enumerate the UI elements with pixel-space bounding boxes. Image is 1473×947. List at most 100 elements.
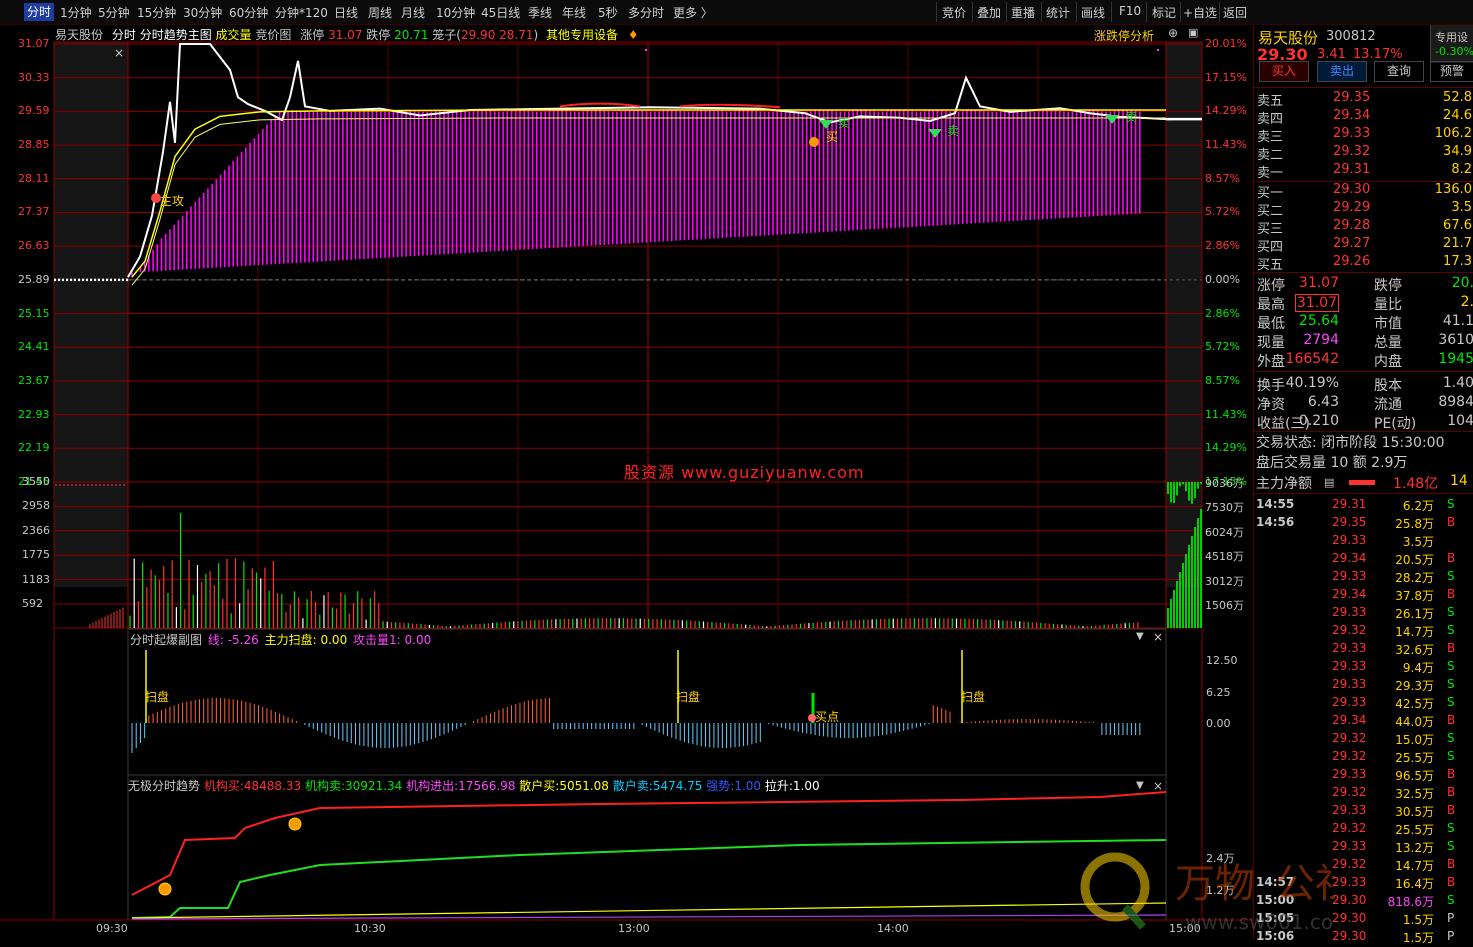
- inst-buy-value: 48488.33: [243, 779, 302, 793]
- indicator-name[interactable]: 分时趋势主图: [140, 28, 212, 42]
- retail-buy-value: 5051.08: [559, 779, 609, 793]
- trade-side: B: [1447, 587, 1456, 601]
- mark-button[interactable]: 标记: [1152, 4, 1176, 21]
- arrow-up-dot: [158, 882, 172, 896]
- settings-icon[interactable]: ⊕: [1168, 26, 1178, 40]
- sub2-close-icon[interactable]: ×: [1153, 779, 1163, 793]
- stat-value: 31.07: [1294, 294, 1339, 312]
- tab-1min[interactable]: 1分钟: [60, 4, 92, 21]
- trade-price: 29.30: [1332, 893, 1367, 907]
- book-price: 29.28: [1333, 218, 1371, 233]
- trade-price: 29.32: [1332, 785, 1367, 799]
- pin-icon[interactable]: ♦: [628, 28, 639, 42]
- sub2-title[interactable]: 无极分时趋势: [128, 779, 200, 793]
- pct-tick: 14.29%: [1205, 441, 1247, 455]
- tab-10min[interactable]: 10分钟: [436, 4, 475, 21]
- price-tick: 26.63: [18, 239, 50, 253]
- stat-row: 现量 2794 总量 3610: [1254, 332, 1473, 351]
- ask-row[interactable]: 卖四 29.34 24.6: [1254, 108, 1473, 127]
- query-button[interactable]: 查询: [1374, 61, 1424, 82]
- sweep-label-1: 扫盘: [145, 690, 170, 704]
- trade-side: B: [1447, 515, 1456, 529]
- mode-label: 分时: [111, 28, 136, 42]
- tab-yearly[interactable]: 年线: [562, 4, 586, 21]
- f10-button[interactable]: F10: [1119, 4, 1141, 18]
- overlay-button[interactable]: 叠加: [977, 4, 1001, 21]
- inst-net-label: 机构进出:: [406, 779, 459, 793]
- main-net-icon[interactable]: ▤: [1324, 476, 1334, 489]
- auction-toggle[interactable]: 竞价图: [255, 28, 291, 42]
- tab-120min[interactable]: 分钟*120: [275, 4, 328, 21]
- book-label: 买五: [1257, 258, 1284, 273]
- trade-volume: 29.3万: [1395, 679, 1434, 693]
- scroll-icon[interactable]: ▣: [1188, 26, 1198, 39]
- tab-quarter[interactable]: 季线: [528, 4, 552, 21]
- tab-15min[interactable]: 15分钟: [137, 4, 176, 21]
- trade-price: 29.33: [1332, 803, 1367, 817]
- price-tick: 31.07: [18, 37, 50, 50]
- bid-row[interactable]: 买四 29.27 21.7: [1254, 236, 1473, 255]
- book-volume: 136.0: [1434, 182, 1472, 197]
- trade-price: 29.32: [1332, 623, 1367, 637]
- bid-row[interactable]: 买五 29.26 17.3: [1254, 254, 1473, 273]
- bid-row[interactable]: 买二 29.29 3.5: [1254, 200, 1473, 219]
- volume-toggle[interactable]: 成交量: [216, 28, 252, 42]
- trade-row: 29.33 42.5万 S: [1254, 695, 1473, 713]
- buy-button[interactable]: 买入: [1259, 61, 1309, 82]
- sub2-dropdown-icon[interactable]: ▼: [1136, 780, 1144, 791]
- stat-label: 涨停: [1257, 278, 1285, 294]
- trade-volume: 16.4万: [1395, 877, 1434, 891]
- after-hours: 盘后交易量 10 额 2.9万: [1256, 455, 1408, 471]
- tab-30min[interactable]: 30分钟: [183, 4, 222, 21]
- trade-volume: 25.5万: [1395, 823, 1434, 837]
- tab-more[interactable]: 更多 〉: [673, 4, 713, 21]
- stat-value: 1.40: [1442, 375, 1473, 391]
- sub1-dropdown-icon[interactable]: ▼: [1136, 631, 1144, 642]
- tab-daily[interactable]: 日线: [334, 4, 358, 21]
- trade-time: 14:55: [1256, 497, 1295, 511]
- trade-row: 29.33 26.1万 S: [1254, 605, 1473, 623]
- tab-fenshi[interactable]: 分时: [24, 3, 55, 21]
- ask-row[interactable]: 卖三 29.33 106.2: [1254, 126, 1473, 145]
- trade-row: 29.32 25.5万 S: [1254, 821, 1473, 839]
- tab-multi[interactable]: 多分时: [628, 4, 664, 21]
- trade-row: 29.33 29.3万 S: [1254, 677, 1473, 695]
- sub1-title[interactable]: 分时起爆副图: [130, 633, 202, 647]
- stat-label: 最高: [1257, 297, 1285, 313]
- trade-side: S: [1447, 695, 1455, 709]
- stat-label: 外盘: [1257, 354, 1285, 370]
- trade-price: 29.34: [1332, 587, 1367, 601]
- sub1-line-label: 线:: [207, 633, 224, 647]
- back-button[interactable]: 返回: [1223, 4, 1247, 21]
- book-label: 买四: [1257, 240, 1284, 255]
- auction-button[interactable]: 竞价: [942, 4, 966, 21]
- add-watchlist-button[interactable]: +自选: [1183, 4, 1217, 21]
- tab-5min[interactable]: 5分钟: [98, 4, 130, 21]
- industry-link[interactable]: 其他专用设备: [546, 28, 618, 42]
- tab-weekly[interactable]: 周线: [368, 4, 392, 21]
- sell-button[interactable]: 卖出: [1317, 61, 1367, 82]
- trade-row: 29.32 15.0万 S: [1254, 731, 1473, 749]
- trade-row: 29.33 96.5万 B: [1254, 767, 1473, 785]
- price-tick: 29.59: [18, 104, 50, 118]
- ask-row[interactable]: 卖五 29.35 52.8: [1254, 90, 1473, 109]
- ask-row[interactable]: 卖一 29.31 8.2: [1254, 162, 1473, 181]
- inst-net-value: 17566.98: [458, 779, 516, 793]
- tab-monthly[interactable]: 月线: [401, 4, 425, 21]
- alert-button[interactable]: 预警: [1430, 61, 1473, 82]
- tab-5sec[interactable]: 5秒: [598, 4, 618, 21]
- trade-price: 29.33: [1332, 533, 1367, 547]
- draw-button[interactable]: 画线: [1081, 4, 1105, 21]
- tab-45day[interactable]: 45日线: [481, 4, 520, 21]
- close-main-icon[interactable]: ×: [114, 46, 124, 60]
- stats-button[interactable]: 统计: [1046, 4, 1070, 21]
- replay-button[interactable]: 重播: [1011, 4, 1035, 21]
- tab-60min[interactable]: 60分钟: [229, 4, 268, 21]
- book-volume: 24.6: [1443, 108, 1472, 123]
- bid-row[interactable]: 买一 29.30 136.0: [1254, 182, 1473, 201]
- panel-divider: [1254, 371, 1473, 372]
- ask-row[interactable]: 卖二 29.32 34.9: [1254, 144, 1473, 163]
- limit-analysis-button[interactable]: 涨跌停分析: [1094, 27, 1154, 44]
- bid-row[interactable]: 买三 29.28 67.6: [1254, 218, 1473, 237]
- sub1-close-icon[interactable]: ×: [1153, 630, 1163, 644]
